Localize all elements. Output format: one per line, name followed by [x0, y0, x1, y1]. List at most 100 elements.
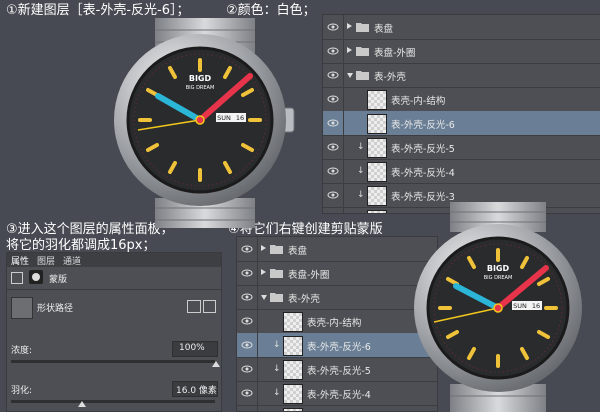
layer-name: 表-外壳-反光-3 — [391, 192, 455, 203]
layer-name: 表盘 — [374, 24, 394, 35]
layer-thumbnail — [283, 312, 303, 332]
properties-tabs: 属性 图层 通道 — [7, 253, 221, 267]
layer-name: 表-外壳 — [374, 72, 406, 83]
layer-name: 表盘-外圈 — [374, 48, 416, 59]
layer-thumbnail — [367, 90, 387, 110]
density-slider-handle[interactable] — [212, 361, 220, 367]
watch-illustration-top: BIGD BIG DREAM SUN 16 — [114, 18, 295, 228]
properties-panel: 属性 图层 通道 蒙版 形状路径 浓度: 100% 羽化: 16.0 像素 — [6, 252, 222, 412]
layer-thumbnail — [367, 162, 387, 182]
apply-mask-icon[interactable] — [203, 300, 216, 313]
clipping-arrow-icon: ↓ — [273, 340, 281, 350]
visibility-eye-icon[interactable] — [327, 189, 339, 201]
visibility-eye-icon[interactable] — [241, 315, 253, 327]
layer-row[interactable]: 表-外壳-反光-6 — [323, 111, 600, 136]
visibility-eye-icon[interactable] — [327, 45, 339, 57]
watch-brand-sub-top: BIG DREAM — [186, 85, 215, 91]
layer-name: 表-外壳-反光-4 — [307, 390, 371, 401]
visibility-eye-icon[interactable] — [327, 165, 339, 177]
layer-name: 表壳-内-结构 — [391, 96, 446, 107]
visibility-eye-icon[interactable] — [241, 339, 253, 351]
visibility-eye-icon[interactable] — [327, 213, 339, 214]
layer-name: 表盘 — [288, 246, 308, 257]
feather-label: 羽化: — [11, 386, 33, 396]
feather-value: 16.0 像素 — [176, 386, 217, 396]
watch-date-day-bottom: SUN — [513, 302, 527, 310]
folder-icon — [270, 269, 283, 278]
layer-name: 表-外壳-反光-4 — [391, 168, 455, 179]
layer-row[interactable]: 表壳-内-结构 — [323, 87, 600, 112]
watch-brand-bottom: BIGD — [487, 264, 510, 273]
chevron-right-icon[interactable] — [261, 245, 266, 251]
layer-row[interactable]: 表-外壳 — [323, 63, 600, 88]
shape-path-thumbnail — [11, 297, 33, 319]
tab-properties[interactable]: 属性 — [11, 254, 29, 267]
layer-name: 表-外壳-反光-5 — [307, 366, 371, 377]
step-1-text: ①新建图层［表-外壳-反光-6］； — [6, 3, 190, 18]
vector-mask-icon[interactable] — [29, 270, 43, 284]
tab-layers[interactable]: 图层 — [37, 254, 55, 267]
visibility-eye-icon[interactable] — [241, 387, 253, 399]
visibility-eye-icon[interactable] — [327, 93, 339, 105]
layer-thumbnail — [367, 138, 387, 158]
layer-name: 表壳-内-结构 — [307, 318, 362, 329]
visibility-eye-icon[interactable] — [241, 363, 253, 375]
visibility-eye-icon[interactable] — [327, 117, 339, 129]
layer-row[interactable]: ↓ 表-外壳-反光-4 — [323, 159, 600, 184]
layer-thumbnail — [283, 408, 303, 411]
layer-thumbnail — [367, 114, 387, 134]
layer-name: 表盘-外圈 — [288, 270, 330, 281]
layer-name: 表-外壳-反光-6 — [307, 342, 371, 353]
watch-brand-top: BIGD — [189, 74, 212, 83]
feather-slider-handle[interactable] — [78, 401, 86, 407]
clipping-arrow-icon: ↓ — [273, 364, 281, 374]
mask-label: 蒙版 — [49, 275, 68, 285]
visibility-eye-icon[interactable] — [241, 243, 253, 255]
tab-channels[interactable]: 通道 — [63, 254, 81, 267]
layer-thumbnail — [283, 336, 303, 356]
watch-date-num-top: 16 — [236, 114, 244, 122]
visibility-eye-icon[interactable] — [327, 69, 339, 81]
add-mask-icon[interactable] — [187, 300, 201, 313]
watch-date-day-top: SUN — [217, 114, 231, 122]
chevron-right-icon[interactable] — [261, 269, 266, 275]
density-label: 浓度: — [11, 346, 33, 356]
density-value: 100% — [179, 343, 205, 353]
layer-name: 表-外壳-反光-5 — [391, 144, 455, 155]
layer-name: 表-外壳-反光-6 — [391, 120, 455, 131]
layer-thumbnail — [283, 360, 303, 380]
clipping-arrow-icon: ↓ — [357, 166, 365, 176]
visibility-eye-icon[interactable] — [327, 21, 339, 33]
visibility-eye-icon[interactable] — [327, 141, 339, 153]
shape-path-label: 形状路径 — [37, 304, 74, 314]
step-2-text: ②颜色：白色； — [226, 3, 316, 18]
layer-name: 表-外壳 — [288, 294, 320, 305]
chevron-right-icon[interactable] — [347, 23, 352, 29]
layer-row[interactable]: 表盘 — [323, 15, 600, 40]
folder-icon — [270, 293, 283, 302]
folder-icon — [356, 71, 369, 80]
folder-icon — [356, 47, 369, 56]
layer-thumbnail — [367, 210, 387, 213]
watch-date-num-bottom: 16 — [532, 302, 540, 310]
density-slider[interactable] — [11, 360, 215, 363]
chevron-down-icon[interactable] — [347, 73, 353, 78]
feather-slider[interactable] — [11, 400, 215, 403]
visibility-eye-icon[interactable] — [241, 267, 253, 279]
layer-thumbnail — [283, 384, 303, 404]
visibility-eye-icon[interactable] — [241, 291, 253, 303]
folder-icon — [356, 23, 369, 32]
layer-thumbnail — [367, 186, 387, 206]
pixel-mask-icon[interactable] — [11, 272, 23, 284]
clipping-arrow-icon: ↓ — [357, 142, 365, 152]
density-input[interactable]: 100% — [172, 341, 218, 357]
clipping-arrow-icon: ↓ — [357, 190, 365, 200]
clipping-arrow-icon: ↓ — [273, 388, 281, 398]
chevron-down-icon[interactable] — [261, 295, 267, 300]
layer-row[interactable]: 表盘-外圈 — [323, 39, 600, 64]
feather-input[interactable]: 16.0 像素 — [172, 381, 218, 397]
folder-icon — [270, 245, 283, 254]
watch-illustration-bottom: BIGD BIG DREAM SUN 16 — [414, 202, 582, 412]
layer-row[interactable]: ↓ 表-外壳-反光-5 — [323, 135, 600, 160]
chevron-right-icon[interactable] — [347, 47, 352, 53]
